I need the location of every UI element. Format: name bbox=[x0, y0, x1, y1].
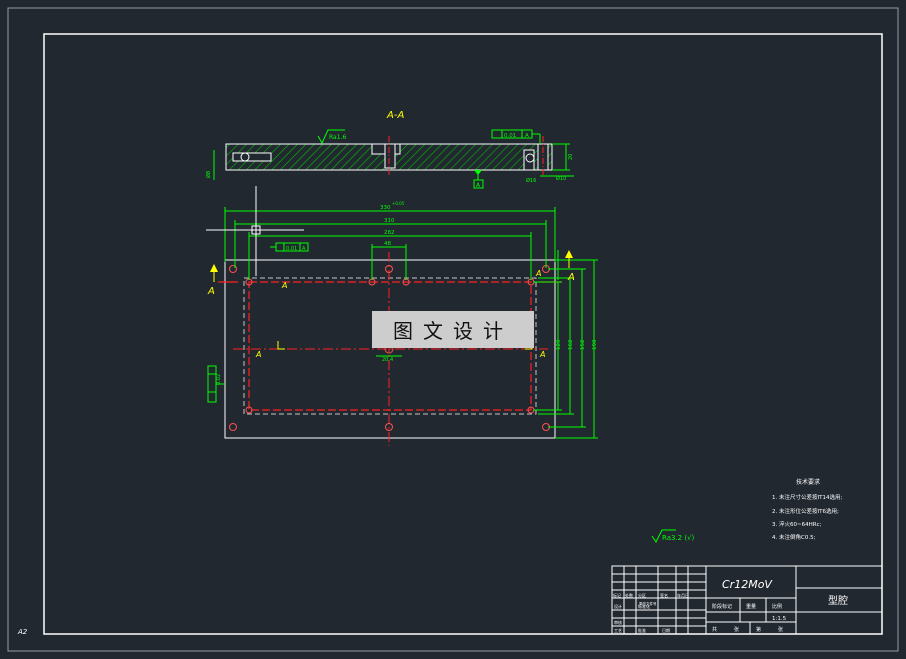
roughness-general: Ra3.2 (√) bbox=[662, 534, 695, 542]
tb-row-label-mark: 标记 bbox=[613, 592, 621, 598]
sheet-total-label: 共 bbox=[712, 626, 717, 633]
sheet-no-unit: 张 bbox=[778, 626, 783, 633]
tech-requirement-3: 3. 淬火60~64HRc; bbox=[772, 520, 822, 528]
tech-requirement-1: 1. 未注尺寸公差按IT14选用; bbox=[772, 493, 842, 501]
section-label-inner-ml: A bbox=[255, 350, 261, 359]
roughness-value-left: Ra1.6 bbox=[329, 134, 346, 141]
dim-282: 282 bbox=[384, 230, 395, 236]
flatness-frame-left bbox=[207, 365, 217, 403]
dim-center: 20.4 bbox=[382, 357, 393, 363]
section-hole-left bbox=[232, 152, 272, 162]
header-weight: 重量 bbox=[746, 603, 756, 610]
sheet-size-label: A2 bbox=[17, 628, 28, 636]
flatness-value-section: 0.01 bbox=[504, 133, 516, 139]
section-mark-left bbox=[277, 341, 285, 350]
tb-row-label-sign: 签名 bbox=[660, 592, 668, 598]
right-dimensions bbox=[533, 250, 598, 439]
dim-48: 48 bbox=[384, 241, 391, 247]
section-arrow-left bbox=[210, 264, 218, 272]
tb-role-review: 审核 bbox=[614, 619, 622, 625]
section-label-left-top: A bbox=[207, 286, 215, 297]
sheet-total-unit: 张 bbox=[734, 626, 739, 633]
dim-120: 120 bbox=[556, 339, 562, 350]
section-arrow-right bbox=[565, 250, 573, 258]
tb-row-label-date: 年月日 bbox=[677, 592, 689, 598]
material-label: Cr12MoV bbox=[722, 578, 773, 591]
section-hole-right bbox=[523, 149, 535, 171]
flatness-left-value: 0.02 bbox=[216, 374, 222, 385]
dim-162: 162 bbox=[568, 340, 574, 351]
tb-role-approve: 批准 bbox=[638, 627, 646, 633]
dim-right-diameter-1: Ø16 bbox=[526, 177, 536, 184]
tb-role-design: 设计 bbox=[614, 603, 622, 609]
dim-310: 310 bbox=[384, 218, 395, 224]
section-title: A-A bbox=[386, 110, 404, 121]
header-scale: 比例 bbox=[772, 603, 782, 610]
tb-role-standard: 标准化 bbox=[638, 603, 650, 609]
flatness-top-datum: A bbox=[302, 246, 306, 252]
tech-requirement-2: 2. 未注形位公差按IT6选用; bbox=[772, 507, 839, 515]
sheet-no-label: 第 bbox=[756, 626, 761, 633]
section-label-inner-tr: A bbox=[535, 269, 541, 278]
scale-value: 1:1.5 bbox=[772, 616, 787, 622]
datum-triangle bbox=[474, 170, 482, 175]
tb-role-process: 工艺 bbox=[614, 628, 622, 633]
section-pocket-center-2 bbox=[384, 143, 396, 169]
dim-152: 152 bbox=[580, 340, 586, 351]
header-stage: 阶段标记 bbox=[712, 603, 732, 610]
watermark-banner: 图文设计 bbox=[372, 311, 534, 348]
tb-row-label-count: 处数 bbox=[625, 592, 633, 598]
flatness-top-value: 0.01 bbox=[286, 246, 297, 252]
hole-bottom-left bbox=[229, 423, 237, 431]
tech-requirements: 技术要求 1. 未注尺寸公差按IT14选用; 2. 未注形位公差按IT6选用; … bbox=[772, 478, 842, 541]
section-label-inner-tl: A bbox=[281, 281, 287, 290]
section-view: A-A Ra1.6 0.01 A A 20 Ø8 Ø16 Ø10 bbox=[205, 110, 574, 189]
dim-330: 330 bbox=[380, 205, 391, 211]
tech-requirements-title: 技术要求 bbox=[796, 478, 820, 486]
thickness-value: 20 bbox=[568, 154, 574, 160]
tb-date-label: 日期 bbox=[662, 627, 670, 633]
section-label-inner-mr: A bbox=[539, 350, 545, 359]
dim-left-diameter: Ø8 bbox=[205, 171, 212, 178]
part-name: 型腔 bbox=[828, 594, 848, 607]
section-label-right-top: A bbox=[567, 272, 575, 283]
dim-330-tolerance: +0.05 bbox=[392, 201, 405, 206]
tech-requirement-4: 4. 未注倒角C0.5; bbox=[772, 533, 816, 541]
flatness-datum-section: A bbox=[525, 133, 529, 139]
dim-190: 190 bbox=[592, 339, 598, 350]
tb-row-label-zone: 分区 bbox=[638, 592, 646, 598]
